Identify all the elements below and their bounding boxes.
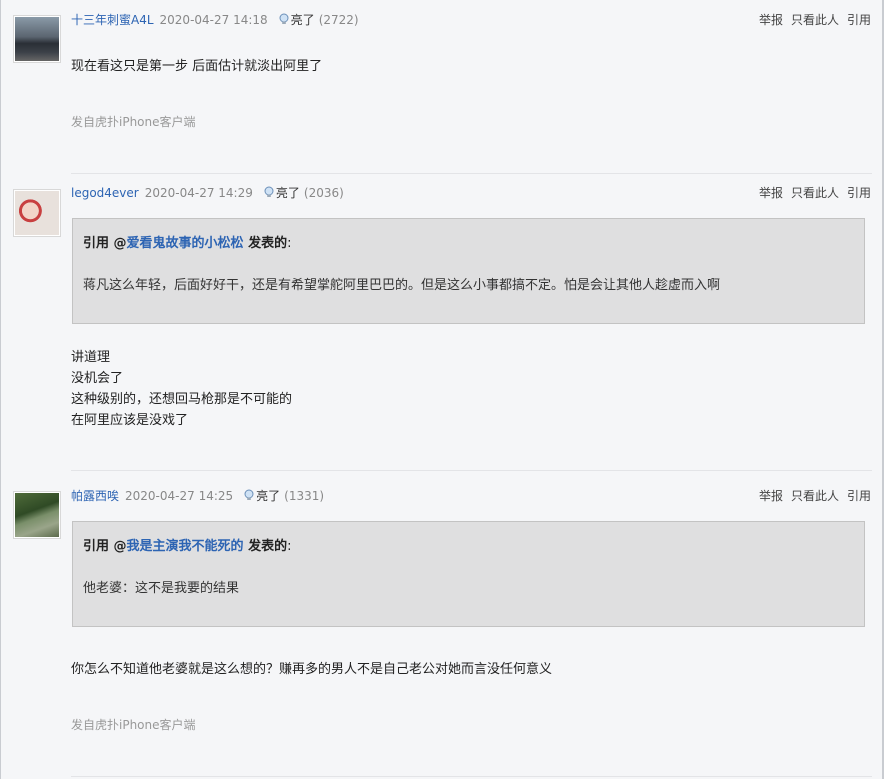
quote-text: 他老婆：这不是我要的结果 [83, 581, 240, 596]
quote-link[interactable]: 引用 [847, 489, 871, 503]
light-label[interactable]: 亮了 [291, 13, 315, 27]
content-line: 在阿里应该是没戏了 [71, 413, 189, 428]
avatar[interactable] [13, 491, 61, 539]
report-link[interactable]: 举报 [759, 13, 783, 27]
post-content: 讲道理 没机会了 这种级别的，还想回马枪那是不可能的 在阿里应该是没戏了 [71, 347, 292, 431]
author-link[interactable]: 十三年刺蜜A4L [71, 13, 154, 27]
quote-suffix: 发表的 [243, 539, 288, 554]
content-line: 你怎么不知道他老婆就是这么想的？赚再多的男人不是自己老公对她而言没任何意义 [71, 662, 553, 677]
lightbulb-icon[interactable] [278, 13, 290, 25]
post-meta: 帕露西唉 2020-04-27 14:25 亮了 (1331) [71, 486, 324, 506]
quote-colon: : [287, 236, 292, 251]
page-border-left [0, 0, 1, 779]
quote-suffix: 发表的 [243, 236, 288, 251]
only-author-link[interactable]: 只看此人 [791, 13, 839, 27]
post-meta: 十三年刺蜜A4L 2020-04-27 14:18 亮了 (2722) [71, 10, 359, 30]
quote-prefix: 引用 @ [83, 539, 127, 554]
post-source: 发自虎扑iPhone客户端 [71, 718, 196, 732]
light-count: (2722) [318, 13, 359, 27]
author-link[interactable]: 帕露西唉 [71, 489, 119, 503]
quote-prefix: 引用 @ [83, 236, 127, 251]
quote-header: 引用 @我是主演我不能死的 发表的: [83, 535, 291, 554]
avatar-image [15, 17, 59, 61]
only-author-link[interactable]: 只看此人 [791, 186, 839, 200]
content-line: 没机会了 [71, 371, 124, 386]
post-time: 2020-04-27 14:29 [144, 186, 253, 200]
quoted-user-link[interactable]: 爱看鬼故事的小松松 [127, 236, 244, 251]
content-line: 这种级别的，还想回马枪那是不可能的 [71, 392, 293, 407]
quote-header: 引用 @爱看鬼故事的小松松 发表的: [83, 232, 291, 251]
post-time: 2020-04-27 14:18 [159, 13, 268, 27]
quote-block: 引用 @我是主演我不能死的 发表的: 他老婆：这不是我要的结果 [72, 521, 865, 627]
light-count: (2036) [303, 186, 344, 200]
quote-link[interactable]: 引用 [847, 186, 871, 200]
lightbulb-icon[interactable] [263, 186, 275, 198]
lightbulb-icon[interactable] [243, 489, 255, 501]
post-divider [71, 470, 872, 471]
report-link[interactable]: 举报 [759, 186, 783, 200]
avatar-image [15, 191, 59, 235]
post-divider [71, 173, 872, 174]
post-source: 发自虎扑iPhone客户端 [71, 115, 196, 129]
quoted-user-link[interactable]: 我是主演我不能死的 [127, 539, 244, 554]
report-link[interactable]: 举报 [759, 489, 783, 503]
content-line: 讲道理 [71, 350, 111, 365]
content-line: 现在看这只是第一步 后面估计就淡出阿里了 [71, 59, 323, 74]
quote-block: 引用 @爱看鬼故事的小松松 发表的: 蒋凡这么年轻，后面好好干，还是有希望掌舵阿… [72, 218, 865, 324]
avatar[interactable] [13, 15, 61, 63]
light-label[interactable]: 亮了 [276, 186, 300, 200]
light-label[interactable]: 亮了 [256, 489, 280, 503]
light-count: (1331) [284, 489, 325, 503]
post-actions: 举报 只看此人 引用 [751, 10, 871, 30]
quote-colon: : [287, 539, 292, 554]
author-link[interactable]: legod4ever [71, 186, 139, 200]
post-meta: legod4ever 2020-04-27 14:29 亮了 (2036) [71, 183, 344, 203]
post-actions: 举报 只看此人 引用 [751, 486, 871, 506]
post-content: 你怎么不知道他老婆就是这么想的？赚再多的男人不是自己老公对她而言没任何意义 [71, 659, 552, 680]
post-actions: 举报 只看此人 引用 [751, 183, 871, 203]
avatar[interactable] [13, 189, 61, 237]
quote-link[interactable]: 引用 [847, 13, 871, 27]
only-author-link[interactable]: 只看此人 [791, 489, 839, 503]
quote-text: 蒋凡这么年轻，后面好好干，还是有希望掌舵阿里巴巴的。但是这么小事都搞不定。怕是会… [83, 278, 721, 293]
avatar-image [15, 493, 59, 537]
post-divider [71, 776, 872, 777]
post-time: 2020-04-27 14:25 [125, 489, 234, 503]
post-content: 现在看这只是第一步 后面估计就淡出阿里了 [71, 56, 322, 77]
